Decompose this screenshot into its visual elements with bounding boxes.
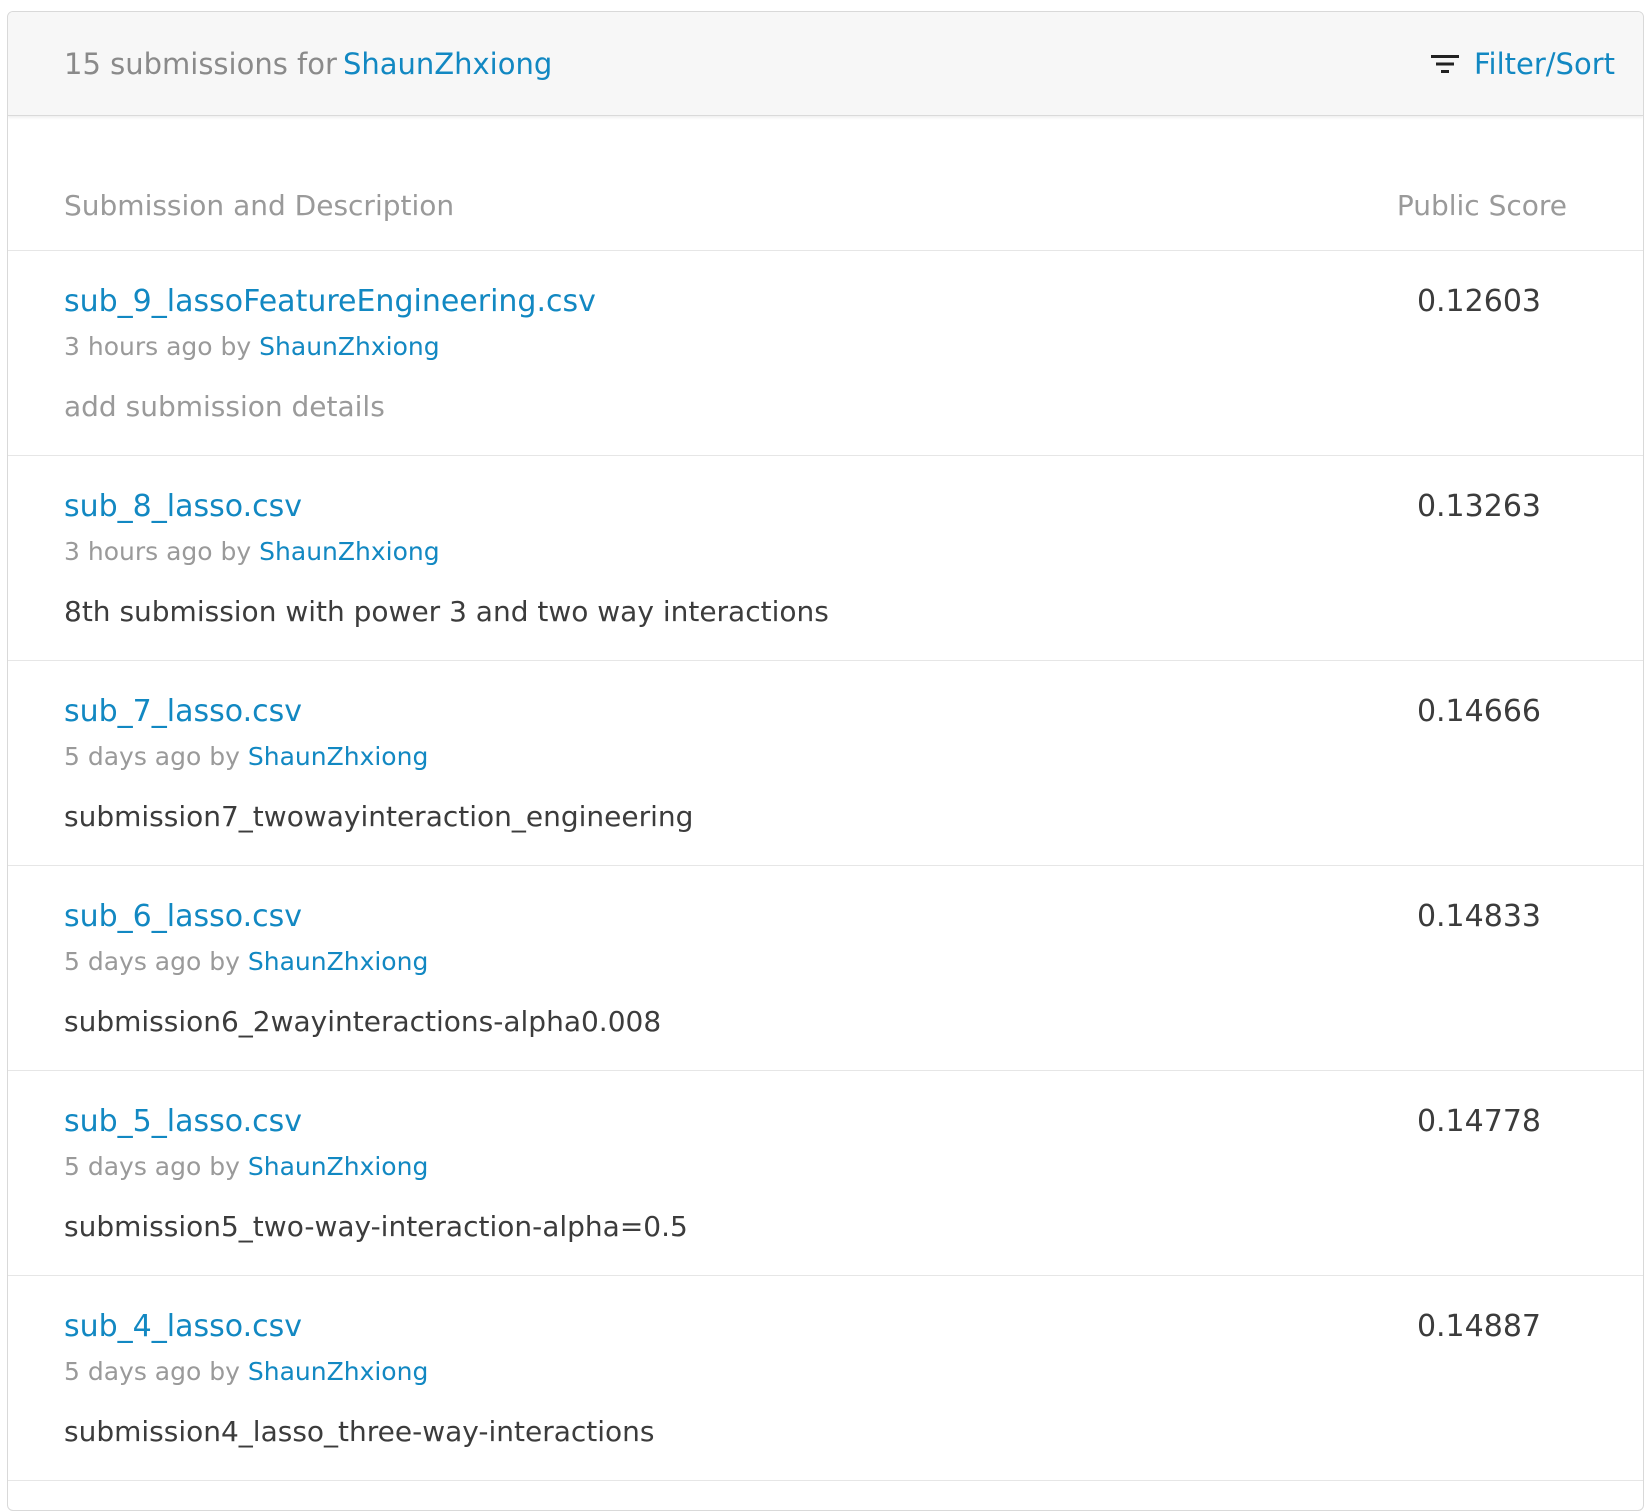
- submission-row: sub_6_lasso.csv 5 days ago by ShaunZhxio…: [8, 866, 1643, 1071]
- public-score: 0.14666: [1416, 694, 1541, 729]
- public-score: 0.14887: [1416, 1309, 1541, 1344]
- submission-time: 3 hours ago: [64, 537, 213, 566]
- submissions-panel: 15 submissions for ShaunZhxiong Filter/So…: [7, 11, 1644, 1511]
- submission-description: submission7_twowayinteraction_engineerin…: [64, 800, 694, 833]
- submission-time: 5 days ago: [64, 1357, 202, 1386]
- submission-row: sub_8_lasso.csv 3 hours ago by ShaunZhxi…: [8, 456, 1643, 661]
- submission-by: by: [220, 537, 252, 566]
- submissions-count-text: 15 submissions for: [64, 47, 337, 81]
- submission-meta: 5 days ago by ShaunZhxiong: [64, 1151, 428, 1183]
- column-header-public-score: Public Score: [1396, 189, 1567, 222]
- submission-description: submission5_two-way-interaction-alpha=0.…: [64, 1210, 688, 1243]
- submission-meta: 5 days ago by ShaunZhxiong: [64, 946, 428, 978]
- submission-time: 3 hours ago: [64, 332, 213, 361]
- filter-icon: [1430, 55, 1459, 73]
- submission-file-link[interactable]: sub_8_lasso.csv: [64, 488, 302, 526]
- submission-user-link[interactable]: ShaunZhxiong: [248, 1152, 428, 1181]
- submission-description: 8th submission with power 3 and two way …: [64, 595, 829, 628]
- submission-user-link[interactable]: ShaunZhxiong: [248, 947, 428, 976]
- submission-user-link[interactable]: ShaunZhxiong: [259, 332, 439, 361]
- filter-sort-button[interactable]: Filter/Sort: [1430, 46, 1615, 82]
- submission-file-link[interactable]: sub_7_lasso.csv: [64, 693, 302, 731]
- submission-row: sub_4_lasso.csv 5 days ago by ShaunZhxio…: [8, 1276, 1643, 1481]
- submission-meta: 3 hours ago by ShaunZhxiong: [64, 331, 440, 363]
- submissions-count-title: 15 submissions for ShaunZhxiong: [64, 46, 552, 82]
- submission-file-link[interactable]: sub_9_lassoFeatureEngineering.csv: [64, 283, 596, 321]
- submission-by: by: [209, 947, 240, 976]
- add-submission-details-link[interactable]: add submission details: [64, 389, 385, 425]
- submission-row: sub_5_lasso.csv 5 days ago by ShaunZhxio…: [8, 1071, 1643, 1276]
- submission-description: submission6_2wayinteractions-alpha0.008: [64, 1005, 662, 1038]
- public-score: 0.14833: [1416, 899, 1541, 934]
- submissions-header: 15 submissions for ShaunZhxiong Filter/So…: [8, 12, 1643, 116]
- submission-file-link[interactable]: sub_4_lasso.csv: [64, 1308, 302, 1346]
- table-column-header: Submission and Description Public Score: [8, 116, 1643, 251]
- submission-meta: 5 days ago by ShaunZhxiong: [64, 741, 428, 773]
- submission-file-link[interactable]: sub_5_lasso.csv: [64, 1103, 302, 1141]
- header-user-link[interactable]: ShaunZhxiong: [343, 47, 552, 81]
- submission-user-link[interactable]: ShaunZhxiong: [248, 1357, 428, 1386]
- submission-file-link[interactable]: sub_6_lasso.csv: [64, 898, 302, 936]
- submission-time: 5 days ago: [64, 947, 202, 976]
- submission-user-link[interactable]: ShaunZhxiong: [248, 742, 428, 771]
- submission-by: by: [209, 1357, 240, 1386]
- submission-by: by: [209, 742, 240, 771]
- public-score: 0.13263: [1416, 489, 1541, 524]
- submission-time: 5 days ago: [64, 742, 202, 771]
- submission-meta: 5 days ago by ShaunZhxiong: [64, 1356, 428, 1388]
- submission-by: by: [220, 332, 252, 361]
- submission-by: by: [209, 1152, 240, 1181]
- column-header-description: Submission and Description: [64, 189, 455, 222]
- submission-row: sub_9_lassoFeatureEngineering.csv 3 hour…: [8, 251, 1643, 456]
- filter-sort-label: Filter/Sort: [1473, 47, 1615, 81]
- submission-meta: 3 hours ago by ShaunZhxiong: [64, 536, 440, 568]
- submission-user-link[interactable]: ShaunZhxiong: [259, 537, 439, 566]
- submission-description: submission4_lasso_three-way-interactions: [64, 1415, 655, 1448]
- public-score: 0.12603: [1416, 284, 1541, 319]
- submission-time: 5 days ago: [64, 1152, 202, 1181]
- public-score: 0.14778: [1416, 1104, 1541, 1139]
- submission-row: sub_7_lasso.csv 5 days ago by ShaunZhxio…: [8, 661, 1643, 866]
